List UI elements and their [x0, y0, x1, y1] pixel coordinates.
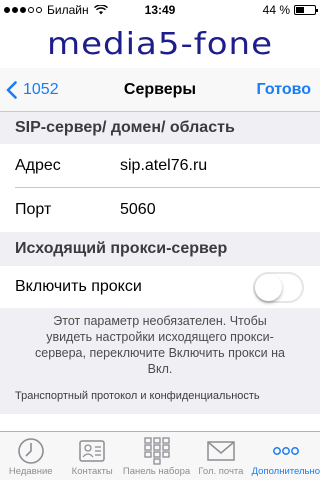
tab-label: Контакты [71, 466, 113, 477]
signal-icon [4, 7, 42, 13]
battery-percent: 44 % [262, 3, 290, 17]
port-label: Порт [15, 201, 52, 218]
status-left: Билайн [4, 3, 108, 17]
brand-banner: media5-fone [0, 20, 320, 68]
port-row[interactable]: Порт 5060 [0, 188, 320, 232]
done-button[interactable]: Готово [257, 81, 311, 99]
toggle-knob [255, 273, 282, 301]
section-header-transport: Транспортный протокол и конфиденциальнос… [15, 390, 260, 402]
section-header-proxy: Исходящий прокси-сервер [15, 240, 228, 257]
tab-recents[interactable]: Недавние [0, 432, 61, 480]
address-field[interactable]: sip.atel76.ru [120, 157, 207, 175]
tab-keypad[interactable]: Панель набора [123, 432, 190, 480]
address-label: Адрес [15, 157, 61, 174]
carrier-name: Билайн [47, 3, 89, 17]
enable-proxy-row: Включить прокси [0, 266, 320, 308]
address-row[interactable]: Адрес sip.atel76.ru [0, 144, 320, 188]
tab-more[interactable]: Дополнительно [252, 432, 320, 480]
back-label: 1052 [23, 80, 59, 98]
tab-bar: Недавние Контакты Панель набора Гол. поч… [0, 431, 320, 480]
navigation-bar: 1052 Серверы Готово [0, 68, 320, 112]
tab-contacts[interactable]: Контакты [61, 432, 122, 480]
tab-label: Панель набора [122, 466, 191, 477]
tab-voicemail[interactable]: Гол. почта [190, 432, 251, 480]
status-bar: Билайн 13:49 44 % [0, 0, 320, 20]
tab-label: Гол. почта [198, 466, 244, 477]
chevron-left-icon [6, 80, 17, 99]
more-icon [272, 447, 299, 455]
battery-icon [294, 5, 318, 15]
back-button[interactable]: 1052 [6, 81, 59, 99]
enable-proxy-toggle[interactable] [253, 271, 304, 303]
enable-proxy-label: Включить прокси [15, 278, 142, 295]
tab-label: Дополнительно [251, 466, 320, 477]
voicemail-icon [207, 441, 235, 461]
wifi-icon [93, 5, 108, 15]
port-field[interactable]: 5060 [120, 201, 156, 219]
section-header-sip: SIP-сервер/ домен/ область [15, 119, 235, 136]
keypad-icon [143, 437, 170, 465]
proxy-note: Этот параметр необязателен. Чтобы увидет… [35, 314, 285, 376]
status-right: 44 % [262, 3, 318, 17]
tab-label: Недавние [8, 466, 53, 477]
app-logo: media5-fone [46, 26, 274, 62]
clock-icon [17, 438, 44, 464]
contacts-icon [79, 440, 105, 462]
